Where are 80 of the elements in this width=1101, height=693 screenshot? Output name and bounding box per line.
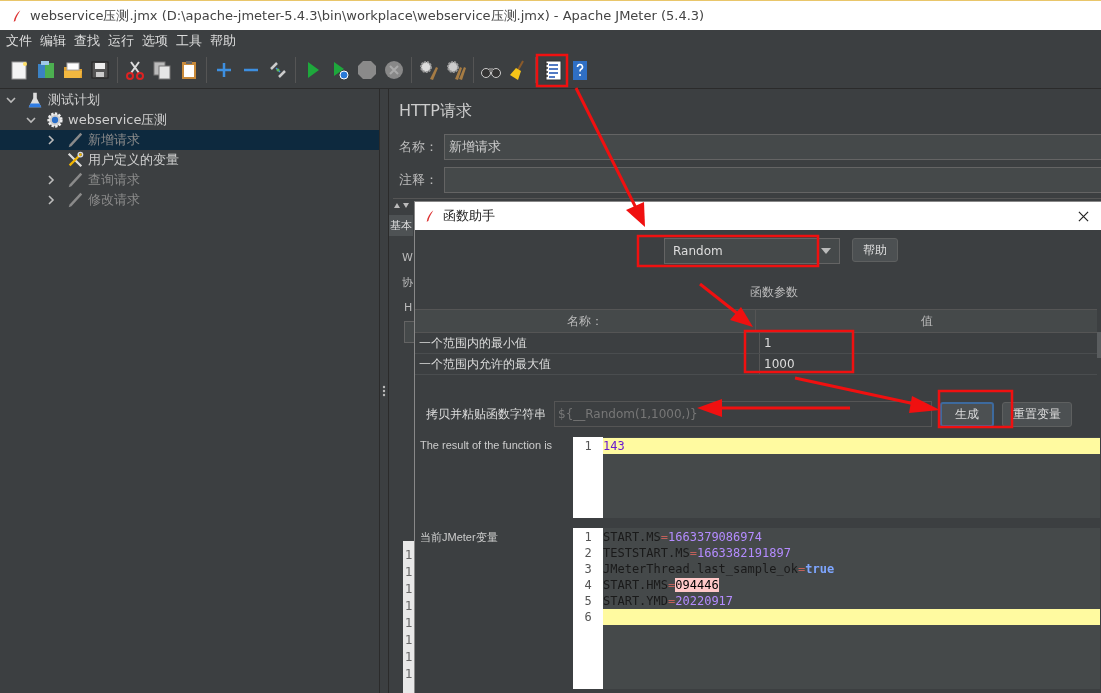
menu-item[interactable]: 查找 bbox=[74, 32, 100, 50]
menu-item[interactable]: 选项 bbox=[142, 32, 168, 50]
line-number: 1 bbox=[404, 666, 414, 683]
line-number: 1 bbox=[404, 564, 414, 581]
code-editor[interactable]: 1 2 3 4 5 6 START.MS=1663379086974 TESTSTART.MS=1663382191897 JMeterThread.last_sample_ok=true START.HMS=094446 START.YMD=20220917 bbox=[573, 528, 1100, 689]
function-dropdown[interactable]: Random bbox=[664, 238, 840, 264]
menu-item[interactable]: 运行 bbox=[108, 32, 134, 50]
tree-item[interactable]: 用户定义的变量 bbox=[0, 150, 379, 170]
dialog-title: 函数助手 bbox=[443, 207, 495, 225]
flask-icon bbox=[26, 91, 44, 109]
field-label: 拷贝并粘贴函数字符串 bbox=[426, 405, 547, 423]
help-button[interactable]: 帮助 bbox=[852, 238, 898, 262]
section-label: H bbox=[404, 301, 413, 314]
gears-broom-icon[interactable] bbox=[445, 59, 467, 81]
tree-item[interactable]: 新增请求 bbox=[0, 130, 379, 150]
copy-icon[interactable] bbox=[151, 59, 173, 81]
field-label: The result of the function is bbox=[419, 438, 554, 453]
gear-icon bbox=[46, 111, 64, 129]
notebook-icon[interactable] bbox=[542, 59, 564, 81]
shutdown-icon[interactable] bbox=[383, 59, 405, 81]
line-number: 3 bbox=[583, 561, 593, 577]
field-label: 当前JMeter变量 bbox=[419, 530, 499, 545]
table-cell[interactable]: 1 bbox=[760, 333, 1097, 353]
line-number: 1 bbox=[583, 438, 593, 454]
code-line: START.MS=1663379086974 bbox=[603, 529, 763, 545]
caret-icon[interactable] bbox=[821, 248, 831, 254]
feather-icon bbox=[425, 209, 435, 223]
line-number: 1 bbox=[404, 615, 414, 632]
code-line: START.HMS=094446 bbox=[603, 577, 720, 593]
action-button[interactable]: 生成 bbox=[940, 401, 994, 427]
field-label: 注释： bbox=[399, 170, 439, 189]
tab[interactable]: 基本 bbox=[389, 215, 413, 236]
section-label: W bbox=[402, 251, 413, 264]
line-number: 5 bbox=[583, 593, 593, 609]
highlight-frame bbox=[535, 53, 569, 88]
line-number: 6 bbox=[583, 609, 593, 625]
scissors-icon[interactable] bbox=[124, 59, 146, 81]
field-label: 名称： bbox=[399, 137, 439, 156]
close-icon[interactable] bbox=[1078, 210, 1089, 222]
tools-icon bbox=[66, 151, 84, 169]
line-number: 1 bbox=[404, 581, 414, 598]
tree-item[interactable]: 测试计划 bbox=[0, 90, 379, 110]
section-title: 函数参数 bbox=[749, 284, 799, 301]
grip-icon[interactable] bbox=[382, 385, 386, 397]
pencil-icon bbox=[66, 191, 84, 209]
line-number: 1 bbox=[404, 547, 414, 564]
menu-item[interactable]: 工具 bbox=[176, 32, 202, 50]
action-button[interactable]: 重置变量 bbox=[1002, 401, 1072, 427]
line-number: 4 bbox=[583, 577, 593, 593]
input-field[interactable]: 新增请求 bbox=[444, 133, 1101, 160]
gear-broom-icon[interactable] bbox=[418, 59, 440, 81]
open-folder-icon[interactable] bbox=[62, 59, 84, 81]
save-icon[interactable] bbox=[89, 59, 111, 81]
menu-item[interactable]: 文件 bbox=[6, 32, 32, 50]
line-number: 1 bbox=[404, 598, 414, 615]
menu-item[interactable]: 编辑 bbox=[40, 32, 66, 50]
pencil-icon bbox=[66, 131, 84, 149]
menu-item[interactable]: 帮助 bbox=[210, 32, 236, 50]
line-number: 2 bbox=[583, 545, 593, 561]
code-line: JMeterThread.last_sample_ok=true bbox=[603, 561, 836, 577]
column-header: 值 bbox=[919, 313, 934, 330]
feather-icon bbox=[12, 8, 22, 23]
table-cell: 一个范围内的最小值 bbox=[415, 333, 760, 353]
line-number: 1 bbox=[583, 529, 593, 545]
new-file-icon[interactable] bbox=[8, 59, 30, 81]
code-line: TESTSTART.MS=1663382191897 bbox=[603, 545, 792, 561]
field-label: 协 bbox=[402, 275, 413, 290]
panel-title: HTTP请求 bbox=[399, 101, 473, 122]
stop-sign-icon[interactable] bbox=[356, 59, 378, 81]
line-number: 1 bbox=[404, 632, 414, 649]
tree-item[interactable]: webservice压测 bbox=[0, 110, 379, 130]
pencil-icon bbox=[66, 171, 84, 189]
line-number: 1 bbox=[404, 649, 414, 666]
table-cell: 一个范围内允许的最大值 bbox=[415, 354, 760, 374]
table-cell[interactable]: 1000 bbox=[760, 354, 1097, 374]
book-icon[interactable] bbox=[35, 59, 57, 81]
code-editor[interactable]: 1 143 bbox=[573, 437, 1100, 518]
code-line: START.YMD=20220917 bbox=[603, 593, 735, 609]
window-title: webservice压测.jmx (D:\apache-jmeter-5.4.3\bin\workplace\webservice压测.jmx) - Apache JMeter (5.4.3) bbox=[30, 6, 705, 25]
input-field[interactable] bbox=[444, 166, 1101, 193]
